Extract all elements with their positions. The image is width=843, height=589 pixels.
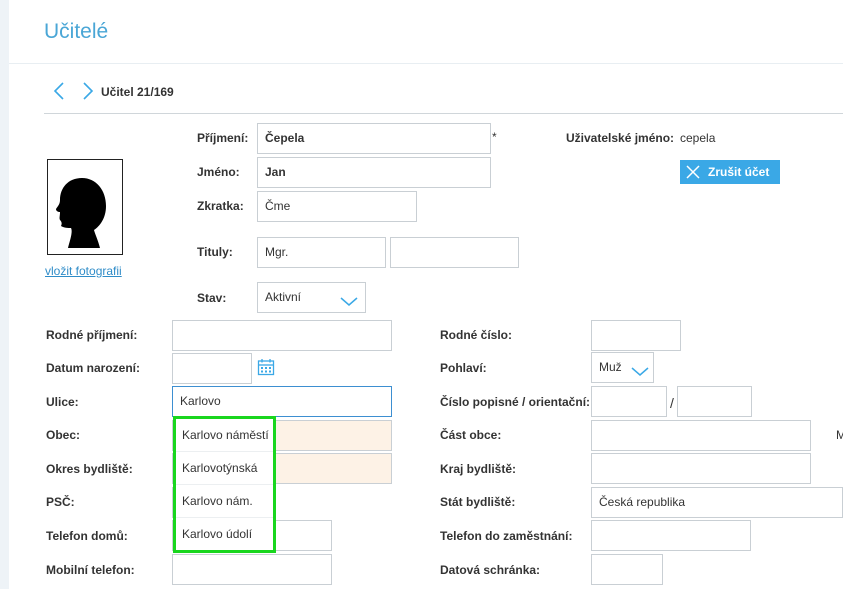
gender-value: Muž (599, 360, 622, 374)
page-title: Učitelé (44, 20, 109, 43)
postal-code-label: PSČ: (46, 495, 75, 509)
birth-surname-label: Rodné příjmení: (46, 328, 138, 342)
username-label: Uživatelské jméno: (566, 131, 675, 145)
house-number-input[interactable] (591, 386, 667, 417)
district-label: Okres bydliště: (46, 462, 133, 476)
edge-cut-label: M (836, 428, 843, 442)
orientation-number-input[interactable] (677, 386, 752, 417)
house-number-separator: / (670, 395, 674, 411)
silhouette-icon (48, 178, 122, 258)
birth-date-input[interactable] (172, 353, 252, 384)
data-box-label: Datová schránka: (440, 563, 541, 577)
surname-label: Příjmení: (197, 131, 249, 145)
home-phone-label: Telefon domů: (46, 529, 128, 543)
gender-label: Pohlaví: (440, 361, 487, 375)
firstname-label: Jméno: (197, 165, 240, 179)
autocomplete-option[interactable]: Karlovo údolí (176, 518, 273, 551)
house-number-label: Číslo popisné / orientační: (440, 395, 591, 409)
close-icon (686, 165, 700, 179)
birth-number-input[interactable] (591, 320, 681, 351)
insert-photo-link[interactable]: vložit fotografii (45, 264, 122, 278)
region-label: Kraj bydliště: (440, 462, 517, 476)
data-box-input[interactable] (591, 554, 663, 585)
titles-label: Tituly: (197, 245, 233, 259)
abbreviation-input[interactable]: Čme (257, 191, 417, 222)
cancel-account-button[interactable]: Zrušit účet (680, 160, 780, 184)
calendar-icon[interactable] (257, 358, 275, 381)
username-value: cepela (680, 131, 716, 145)
cancel-account-label: Zrušit účet (708, 165, 770, 179)
surname-input[interactable]: Čepela (257, 123, 491, 154)
next-record-button[interactable] (78, 80, 98, 102)
status-value: Aktivní (265, 290, 302, 304)
work-phone-label: Telefon do zaměstnání: (440, 529, 573, 543)
abbreviation-label: Zkratka: (197, 199, 244, 213)
street-input[interactable]: Karlovo (172, 386, 392, 417)
street-autocomplete-list: Karlovo náměstí Karlovotýnská Karlovo ná… (173, 416, 276, 553)
city-label: Obec: (46, 428, 81, 442)
region-input[interactable] (591, 453, 811, 484)
teacher-photo (47, 159, 123, 255)
autocomplete-option[interactable]: Karlovo náměstí (176, 419, 273, 452)
gender-select[interactable]: Muž (591, 352, 654, 383)
left-edge-strip (0, 0, 9, 589)
city-part-label: Část obce: (440, 428, 502, 442)
birth-date-label: Datum narození: (46, 361, 141, 375)
country-label: Stát bydliště: (440, 495, 516, 509)
birth-number-label: Rodné číslo: (440, 328, 513, 342)
record-counter: Učitel 21/169 (101, 85, 174, 99)
birth-surname-input[interactable] (172, 320, 392, 351)
mobile-phone-input[interactable] (172, 554, 332, 585)
autocomplete-option[interactable]: Karlovotýnská (176, 452, 273, 485)
city-part-input[interactable] (591, 420, 811, 451)
chevron-left-icon (50, 80, 70, 102)
titles-before-input[interactable]: Mgr. (257, 237, 386, 268)
firstname-input[interactable]: Jan (257, 157, 491, 188)
status-select[interactable]: Aktivní (257, 282, 366, 313)
prev-record-button[interactable] (50, 80, 70, 102)
chevron-down-icon (339, 290, 359, 312)
work-phone-input[interactable] (591, 520, 751, 551)
divider (44, 113, 843, 114)
required-mark: * (492, 130, 497, 144)
page-header (9, 0, 843, 64)
autocomplete-option[interactable]: Karlovo nám. (176, 485, 273, 518)
street-label: Ulice: (46, 395, 79, 409)
mobile-phone-label: Mobilní telefon: (46, 563, 135, 577)
chevron-down-icon (630, 360, 650, 382)
country-input[interactable]: Česká republika (591, 487, 843, 518)
status-label: Stav: (197, 291, 227, 305)
titles-after-input[interactable] (390, 237, 519, 268)
chevron-right-icon (78, 80, 98, 102)
